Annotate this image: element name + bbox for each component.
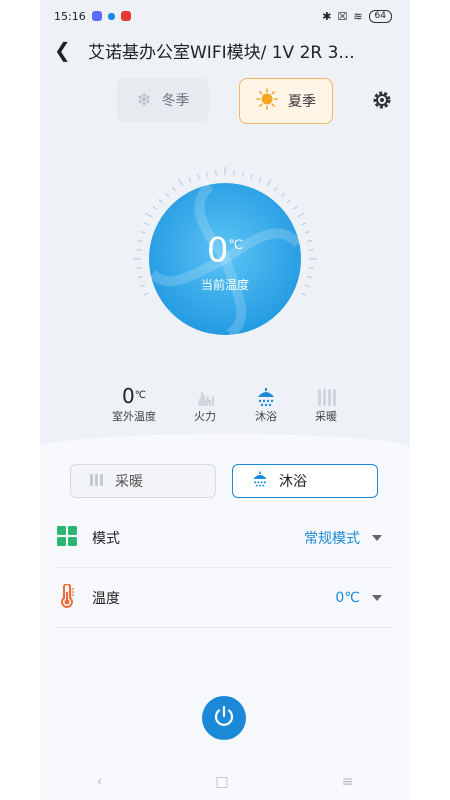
gear-icon[interactable] bbox=[372, 90, 392, 110]
header: ❮ 艾诺基办公室WIFI模块/ 1V 2R 3... bbox=[40, 32, 410, 68]
nav-back-icon[interactable]: ‹ bbox=[97, 774, 103, 790]
dial-tick bbox=[292, 206, 298, 211]
temperature-value[interactable]: 0℃ bbox=[335, 590, 360, 606]
stat-fire: 火力 bbox=[175, 384, 235, 424]
dial-tick bbox=[137, 275, 143, 278]
dial-tick bbox=[137, 240, 143, 243]
flame-icon bbox=[175, 384, 235, 408]
mode-label: 模式 bbox=[92, 531, 120, 547]
dial-tick bbox=[136, 267, 142, 269]
power-icon bbox=[212, 704, 236, 732]
temperature-dial: 0℃ 当前温度 bbox=[40, 164, 410, 374]
dial-tick bbox=[308, 249, 314, 251]
dial-tick bbox=[258, 177, 262, 183]
dial-tick bbox=[304, 284, 310, 287]
dial-tick bbox=[197, 174, 200, 180]
mode-value[interactable]: 常规模式 bbox=[304, 528, 360, 548]
bath-mode-button[interactable]: 沐浴 bbox=[232, 464, 378, 498]
dial-tick bbox=[304, 231, 310, 234]
dial-tick bbox=[145, 212, 153, 218]
page-title: 艾诺基办公室WIFI模块/ 1V 2R 3... bbox=[88, 42, 355, 63]
sun-icon bbox=[256, 88, 278, 114]
season-selector: ❄ 冬季 夏季 bbox=[40, 78, 410, 134]
status-time: 15:16 bbox=[54, 9, 86, 23]
dial-tick bbox=[266, 179, 272, 187]
app-notification-icon bbox=[107, 12, 115, 20]
chevron-down-icon[interactable] bbox=[372, 595, 382, 601]
signal-icon: ☒ bbox=[337, 9, 348, 23]
winter-button[interactable]: ❄ 冬季 bbox=[117, 78, 209, 122]
dial-tick bbox=[301, 222, 307, 226]
current-temp-value: 0 bbox=[206, 230, 229, 271]
dial-tick bbox=[215, 170, 217, 176]
dial-tick bbox=[143, 222, 149, 226]
dial-tick bbox=[301, 292, 307, 296]
back-icon[interactable]: ❮ bbox=[54, 32, 78, 68]
dial-tick bbox=[152, 206, 158, 211]
power-button[interactable] bbox=[202, 696, 246, 740]
current-temp-label: 当前温度 bbox=[200, 278, 249, 293]
status-bar: 15:16 ✱ ☒ ≋ 64 bbox=[40, 0, 410, 32]
heating-label: 采暖 bbox=[315, 410, 337, 423]
outdoor-temp-label: 室外温度 bbox=[112, 410, 156, 423]
temperature-setting-row[interactable]: 温度 0℃ bbox=[56, 569, 392, 628]
shower-icon bbox=[236, 384, 296, 408]
winter-label: 冬季 bbox=[161, 93, 190, 109]
summer-label: 夏季 bbox=[288, 94, 316, 110]
grid-icon bbox=[56, 525, 78, 551]
bath-label: 沐浴 bbox=[255, 410, 277, 423]
snowflake-icon: ❄ bbox=[136, 89, 152, 111]
dial-tick bbox=[206, 171, 209, 177]
chevron-down-icon[interactable] bbox=[372, 535, 382, 541]
bluetooth-icon: ✱ bbox=[322, 9, 332, 23]
outdoor-temp-value: 0 bbox=[122, 384, 135, 408]
dial-tick bbox=[241, 171, 244, 177]
stat-bath: 沐浴 bbox=[236, 384, 296, 424]
stat-outdoor-temp: 0℃ 室外温度 bbox=[104, 384, 164, 424]
dial-tick bbox=[188, 177, 192, 183]
dial-tick bbox=[307, 275, 313, 278]
dial-tick bbox=[165, 192, 170, 197]
wifi-icon: ≋ bbox=[353, 9, 363, 23]
dial-tick bbox=[280, 192, 285, 197]
mode-setting-row[interactable]: 模式 常规模式 bbox=[56, 509, 392, 568]
app-notification-icon bbox=[120, 11, 131, 21]
system-navbar: ‹ □ ≡ bbox=[40, 774, 410, 790]
dial-tick bbox=[250, 174, 253, 180]
dial-tick bbox=[287, 199, 292, 204]
phone-screen: 15:16 ✱ ☒ ≋ 64 ❮ 艾诺基办公室WIFI模块/ 1V 2R 3..… bbox=[40, 0, 410, 800]
control-panel: 采暖 沐浴 模式 常规模式 温度 0℃ ‹ □ ≡ bbox=[40, 434, 410, 800]
nav-menu-icon[interactable]: ≡ bbox=[342, 774, 354, 790]
app-notification-icon bbox=[91, 11, 102, 21]
dial-tick bbox=[307, 240, 313, 243]
dial-tick bbox=[158, 199, 163, 204]
dial-tick bbox=[233, 170, 235, 176]
radiator-icon bbox=[89, 471, 105, 491]
radiator-icon bbox=[296, 384, 356, 408]
heating-mode-button[interactable]: 采暖 bbox=[70, 464, 216, 498]
current-temp-unit: ℃ bbox=[228, 238, 244, 253]
dial-tick bbox=[136, 249, 142, 251]
fire-label: 火力 bbox=[194, 410, 216, 423]
dial-tick bbox=[297, 212, 305, 218]
thermometer-icon bbox=[56, 583, 78, 612]
nav-home-icon[interactable]: □ bbox=[215, 774, 228, 790]
shower-icon bbox=[251, 470, 269, 492]
stat-heating: 采暖 bbox=[296, 384, 356, 424]
battery-indicator: 64 bbox=[368, 9, 392, 23]
heating-mode-label: 采暖 bbox=[115, 474, 143, 490]
dial-tick bbox=[172, 186, 177, 192]
bath-mode-label: 沐浴 bbox=[279, 474, 307, 490]
dial-tick bbox=[308, 267, 314, 269]
dial-tick bbox=[178, 179, 184, 187]
outdoor-temp-unit: ℃ bbox=[134, 390, 146, 401]
dial-tick bbox=[273, 186, 278, 192]
temperature-label: 温度 bbox=[92, 591, 120, 607]
summer-button[interactable]: 夏季 bbox=[239, 78, 333, 124]
dial-tick bbox=[143, 292, 149, 296]
dial-readout: 0℃ 当前温度 bbox=[145, 226, 305, 293]
